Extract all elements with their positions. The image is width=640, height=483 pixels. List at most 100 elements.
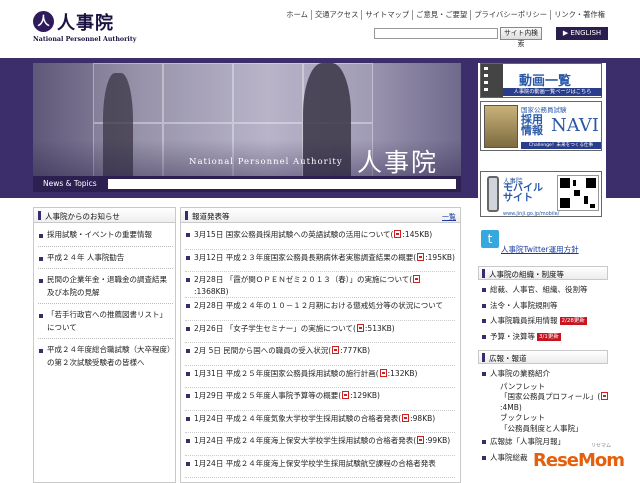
press-item-text: 1月24日 平成２４年度気象大学校学生採用試験の合格者発表( — [194, 413, 402, 423]
logo-mark-icon: 人 — [33, 11, 54, 32]
press-item[interactable]: 1月24日 平成２４年度海上保安大学校学生採用試験の合格者発表( :99KB) — [185, 435, 455, 456]
english-button[interactable]: ▶ ENGLISH — [556, 27, 608, 40]
pr-item-text: 人事院総裁 — [490, 452, 528, 462]
notice-panel: 人事院からのお知らせ 採用試験・イベントの重要情報 平成２４年 人事院勧告 民間… — [33, 207, 176, 483]
press-item-size: :777KB) — [340, 346, 371, 355]
pr-item[interactable]: :4MB) — [482, 403, 608, 414]
press-item-text: 1月24日 平成２４年度海上保安学校学生採用試験航空課程の合格者発表 — [194, 458, 436, 468]
util-link-privacy[interactable]: プライバシーポリシー — [470, 10, 550, 20]
twitter-label: 人事院Twitter運用方針 — [501, 245, 579, 254]
press-item[interactable]: 2月28日 平成２４年の１０－１２月期における懲戒処分等の状況について — [185, 300, 455, 321]
site-search-input[interactable] — [374, 28, 498, 39]
org-section-title: 人事院の組織・制度等 — [489, 270, 564, 279]
press-item[interactable]: 2月 5日 民間から国への職員の受入状況(:777KB) — [185, 345, 455, 366]
press-panel: 報道発表等 一覧 3月15日 国家公務員採用試験への英語試験の活用について( :1… — [180, 207, 461, 483]
notice-item[interactable]: 「若手行政官への推薦図書リスト」について — [38, 309, 173, 334]
util-link-feedback[interactable]: ご意見・ご要望 — [412, 10, 470, 20]
pdf-icon — [402, 413, 410, 422]
press-item-text: 1月31日 平成２５年度国家公務員採用試験の施行計画( — [194, 368, 379, 378]
site-header: 人 人事院 National Personnel Authority ホーム 交… — [0, 0, 640, 58]
news-topics-label: News & Topics — [43, 179, 97, 188]
mobile-banner-t2: モバイル サイト — [503, 183, 543, 204]
press-item-size: :145KB) — [402, 230, 433, 239]
pr-item[interactable]: 人事院の業務紹介 — [482, 366, 608, 382]
pr-item-text: パンフレット — [500, 381, 546, 391]
pr-item[interactable]: パンフレット — [482, 382, 608, 393]
pr-item-text: 広報誌「人事院月報」 — [490, 437, 565, 446]
press-item-text: 3月15日 国家公務員採用試験への英語試験の活用について( — [194, 230, 394, 239]
side-banners: 動画一覧 人事院の動画一覧ページはこちら 国家公務員試験 採用 情報 NAVI … — [478, 63, 606, 223]
video-list-banner[interactable]: 動画一覧 人事院の動画一覧ページはこちら — [480, 63, 602, 98]
press-more-link[interactable]: 一覧 — [442, 212, 456, 222]
pr-item[interactable]: 「公務員制度と人事院」 — [482, 424, 608, 435]
film-icon — [481, 64, 503, 97]
press-item-text: 2月28日 「霞が関ＯＰＥＮゼミ２０１３（春）」の実施について( — [194, 275, 413, 284]
pr-section-title: 広報・報道 — [489, 354, 527, 363]
site-logo[interactable]: 人 人事院 National Personnel Authority — [33, 11, 136, 47]
pdf-icon — [342, 391, 350, 399]
twitter-link[interactable]: t 人事院Twitter運用方針 — [481, 230, 606, 254]
press-item[interactable]: 2月26日 「女子学生セミナー」の実施について(:513KB) — [185, 323, 455, 343]
press-panel-title: 報道発表等 — [192, 212, 230, 221]
notice-panel-header: 人事院からのお知らせ — [34, 208, 175, 223]
pr-item-text: ブックレット — [500, 413, 545, 422]
press-item[interactable]: 1月24日 平成２４年度海上保安学校学生採用試験航空課程の合格者発表 — [185, 458, 455, 478]
pdf-icon — [394, 230, 402, 238]
press-panel-header: 報道発表等 一覧 — [181, 208, 460, 223]
logo-title: 人事院 — [57, 13, 114, 34]
notice-item[interactable]: 平成２４年 人事院勧告 — [38, 252, 173, 265]
twitter-icon: t — [481, 230, 499, 248]
pr-item-text: 「国家公務員プロフィール」( — [500, 392, 601, 401]
resemom-watermark: リセマム ReseMom — [533, 443, 637, 478]
video-banner-sub: 人事院の動画一覧ページはこちら — [503, 88, 602, 96]
press-item-size: :513KB) — [364, 323, 395, 333]
notice-item[interactable]: 採用試験・イベントの重要情報 — [38, 229, 173, 242]
press-item-text: 1月24日 平成２４年度海上保安大学校学生採用試験の合格者発表( — [194, 436, 417, 445]
press-list: 3月15日 国家公務員採用試験への英語試験の活用について( :145KB) 3月12… — [185, 229, 455, 480]
press-item-text: 1月29日 平成２５年度人事院予算等の概要( — [194, 391, 342, 400]
pr-item-text: 人事院の業務紹介 — [490, 369, 550, 378]
notice-item[interactable]: 民間の企業年金・退職金の調査結果及び本院の見解 — [38, 274, 173, 299]
pdf-icon — [413, 275, 421, 283]
press-item-size: :99KB) — [425, 436, 451, 445]
site-search-button[interactable]: サイト内検索 — [500, 27, 542, 48]
pdf-icon — [417, 252, 425, 261]
press-item-size: :1368KB) — [194, 286, 229, 296]
press-item[interactable]: 1月29日 平成２５年度人事院予算等の概要( :129KB) — [185, 390, 455, 411]
pdf-icon — [417, 436, 425, 444]
org-item[interactable]: 人事院職員採用情報 2/28更新 — [482, 313, 608, 329]
hero-image: National Personnel Authority 人事院 — [33, 63, 461, 191]
watermark-logo: ReseMom — [533, 450, 625, 471]
util-link-sitemap[interactable]: サイトマップ — [361, 10, 412, 20]
notice-panel-title: 人事院からのお知らせ — [45, 212, 120, 221]
recruit-navi-banner[interactable]: 国家公務員試験 採用 情報 NAVI Challenge！未来をつくる仕事 — [480, 101, 602, 151]
org-item[interactable]: 法令・人事院規則等 — [482, 298, 608, 314]
pr-item-text: :4MB) — [500, 402, 522, 412]
org-item[interactable]: 総裁、人事官、組織、役割等 — [482, 282, 608, 298]
press-item[interactable]: 3月12日 平成２３年度国家公務員長期病休者実態調査結果の概要(:195KB) — [185, 252, 455, 272]
mobile-site-banner[interactable]: 人事院 モバイル サイト www.jinji.go.jp/mobile/ — [480, 171, 602, 217]
press-item-size: :129KB) — [350, 391, 380, 400]
pdf-icon — [356, 323, 364, 332]
press-item-size: :132KB) — [387, 368, 418, 378]
util-link-home[interactable]: ホーム — [283, 10, 311, 20]
org-item[interactable]: 予算・決算等 3/1更新 — [482, 329, 608, 345]
watermark-small: リセマム — [591, 443, 612, 449]
press-item-size: :195KB) — [425, 252, 455, 262]
press-item[interactable]: 2月28日 「霞が関ＯＰＥＮゼミ２０１３（春）」の実施について( :1368KB) — [185, 274, 455, 298]
press-item[interactable]: 1月31日 平成２５年度国家公務員採用試験の施行計画( :132KB) — [185, 368, 455, 388]
hero-subtitle: National Personnel Authority — [189, 157, 343, 167]
util-link-copyright[interactable]: リンク・著作権 — [550, 10, 608, 20]
org-item-text: 人事院職員採用情報 — [490, 316, 558, 325]
pr-item[interactable]: 「国家公務員プロフィール」( — [482, 392, 609, 403]
news-ticker[interactable] — [108, 179, 456, 189]
org-list: 総裁、人事官、組織、役割等 法令・人事院規則等 人事院職員採用情報 2/28更新 予算・… — [482, 282, 608, 344]
notice-item[interactable]: 平成２４年度総合職試験（大卒程度）の第２次試験受験者の皆様へ — [38, 344, 173, 369]
update-badge: 3/1更新 — [537, 332, 561, 341]
press-item[interactable]: 1月24日 平成２４年度気象大学校学生採用試験の合格者発表( :98KB) — [185, 413, 455, 433]
press-item-size: :98KB) — [410, 413, 436, 423]
pr-item[interactable]: ブックレット — [482, 413, 608, 424]
press-item[interactable]: 3月15日 国家公務員採用試験への英語試験の活用について( :145KB) — [185, 229, 455, 250]
pr-section-header: 広報・報道 — [478, 350, 608, 364]
util-link-access[interactable]: 交通アクセス — [310, 10, 361, 20]
